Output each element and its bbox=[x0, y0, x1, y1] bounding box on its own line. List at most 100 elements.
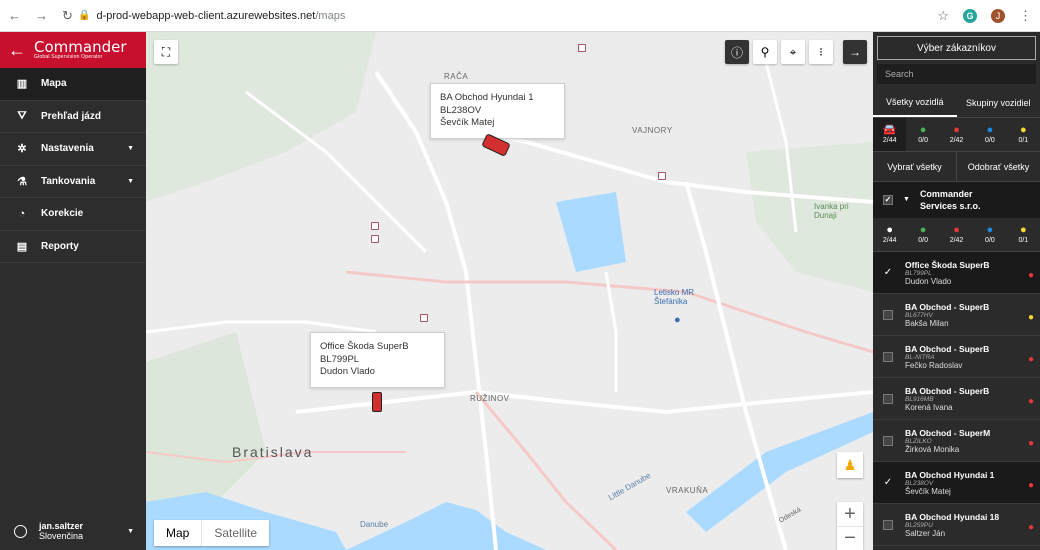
stat-filter-white[interactable]: ● 2/44 bbox=[873, 218, 906, 251]
stat-filter-yellow[interactable]: ● 0/1 bbox=[1007, 218, 1040, 251]
car-icon: ● bbox=[919, 224, 927, 236]
caret-down-icon: ▼ bbox=[127, 177, 134, 185]
logo-title: Commander bbox=[34, 38, 127, 56]
check-icon[interactable]: ✓ bbox=[883, 267, 893, 278]
pin-button[interactable]: ⚲ bbox=[753, 40, 777, 64]
menu-item-tankovania[interactable]: ⚗ Tankovania ▼ bbox=[0, 166, 146, 198]
stat-filter-white[interactable]: 🚘 2/44 bbox=[873, 118, 907, 151]
vehicle-title: BA Obchod Hyundai 1 bbox=[905, 469, 995, 480]
zoom-out-button[interactable]: − bbox=[837, 526, 863, 550]
profile-avatar[interactable]: J bbox=[991, 8, 1005, 23]
tab-vehicle-groups[interactable]: Skupiny vozidiel bbox=[957, 88, 1040, 117]
reload-icon[interactable]: ↻ bbox=[62, 8, 73, 24]
browser-menu-icon[interactable]: ⋮ bbox=[1019, 8, 1032, 24]
zoom-in-button[interactable]: + bbox=[837, 502, 863, 526]
map-label-vajnory: VAJNORY bbox=[632, 126, 673, 135]
menu-item-reporty[interactable]: ▤ Reporty bbox=[0, 231, 146, 263]
vehicle-checkbox[interactable] bbox=[883, 435, 893, 446]
group-checkbox[interactable]: ✓ bbox=[883, 195, 893, 205]
car-icon: ● bbox=[919, 124, 927, 136]
vehicle-title: Office Škoda SuperB bbox=[905, 259, 990, 270]
map-canvas[interactable]: RAČA VAJNORY RUŽINOV VRAKUŇA Bratislava … bbox=[146, 32, 873, 550]
stat-filter-yellow[interactable]: ● 0/1 bbox=[1007, 118, 1040, 151]
map-label-raca: RAČA bbox=[444, 72, 469, 81]
menu-item-mapa[interactable]: ▥ Mapa bbox=[0, 68, 146, 101]
forward-arrow-icon[interactable]: → bbox=[35, 8, 48, 24]
stat-filter-green[interactable]: ● 0/0 bbox=[906, 118, 939, 151]
vehicle-marker[interactable] bbox=[372, 392, 382, 412]
menu-label: Tankovania bbox=[41, 175, 96, 187]
stat-value: 0/0 bbox=[918, 237, 928, 244]
bookmark-star-icon[interactable]: ☆ bbox=[937, 8, 949, 24]
menu-item-nastavenia[interactable]: ✲ Nastavenia ▼ bbox=[0, 133, 146, 166]
vehicle-checkbox[interactable] bbox=[883, 309, 893, 320]
popup-driver: Dudon Vlado bbox=[320, 366, 375, 377]
map-icon: ▥ bbox=[16, 78, 28, 91]
vehicle-plate: BL916MB bbox=[905, 395, 934, 403]
address-bar[interactable]: 🔒 d-prod-webapp-web-client.azurewebsites… bbox=[78, 10, 937, 22]
selection-actions: Vybrať všetky Odobrať všetky bbox=[873, 152, 1040, 182]
group-header[interactable]: ✓ ▼ Commander Services s.r.o. bbox=[873, 182, 1040, 218]
fullscreen-icon: ⛶ bbox=[161, 44, 171, 59]
tab-all-vehicles[interactable]: Všetky vozidlá bbox=[873, 88, 957, 117]
traffic-button[interactable]: ⁝ bbox=[809, 40, 833, 64]
vehicle-row[interactable]: ✓ Office Škoda SuperB BL799PL Dudon Vlado ● bbox=[873, 252, 1040, 294]
back-arrow-icon[interactable]: ← bbox=[8, 8, 21, 24]
vehicle-plate: BL677HV bbox=[905, 311, 933, 319]
select-all-button[interactable]: Vybrať všetky bbox=[873, 152, 956, 181]
popup-plate: BL238OV bbox=[440, 104, 482, 116]
vehicle-row[interactable]: ✓ BA Obchod Hyundai 1 BL238OV Ševčík Matej ● bbox=[873, 462, 1040, 504]
poi-pin-icon bbox=[420, 314, 428, 322]
vehicle-title: BA Obchod - SuperB bbox=[905, 385, 990, 396]
vehicle-checkbox[interactable] bbox=[883, 393, 893, 404]
stat-filter-blue[interactable]: ● 0/0 bbox=[973, 218, 1006, 251]
deselect-all-button[interactable]: Odobrať všetky bbox=[956, 152, 1040, 181]
locate-button[interactable]: ⌖ bbox=[781, 40, 805, 64]
street-view-pegman-icon[interactable]: ♟ bbox=[837, 452, 863, 478]
vehicle-row[interactable]: BA Obchod - SuperM BLZILKO Žirková Monika ● bbox=[873, 420, 1040, 462]
stat-filter-blue[interactable]: ● 0/0 bbox=[973, 118, 1006, 151]
back-arrow-icon[interactable]: ← bbox=[8, 40, 26, 61]
info-button[interactable]: ⓘ bbox=[725, 40, 749, 64]
map-type-control: Map Satellite bbox=[154, 520, 270, 546]
vehicle-driver: Ševčík Matej bbox=[905, 486, 951, 496]
user-menu[interactable]: jan.saltzer Slovenčina ▼ bbox=[0, 512, 146, 550]
menu-item-korekcie[interactable]: ◔ Korekcie bbox=[0, 198, 146, 231]
url-host: d-prod-webapp-web-client.azurewebsites.n… bbox=[96, 9, 316, 22]
vehicle-row[interactable]: BA Obchod Hyundai 18 BL259PU Saltzer Ján ● bbox=[873, 504, 1040, 546]
stat-filter-green[interactable]: ● 0/0 bbox=[906, 218, 939, 251]
map-type-map[interactable]: Map bbox=[154, 520, 201, 546]
vehicle-checkbox[interactable] bbox=[883, 519, 893, 530]
vehicle-driver: Saltzer Ján bbox=[905, 528, 946, 538]
stat-filter-red[interactable]: ● 2/42 bbox=[940, 218, 973, 251]
map-type-satellite[interactable]: Satellite bbox=[201, 520, 269, 546]
stat-filter-red[interactable]: ● 2/42 bbox=[940, 118, 973, 151]
stat-value: 0/0 bbox=[985, 137, 995, 144]
vehicle-driver: Žirková Monika bbox=[905, 444, 960, 454]
extension-icon[interactable]: G bbox=[963, 8, 977, 23]
vehicle-checkbox[interactable] bbox=[883, 351, 893, 362]
fullscreen-button[interactable]: ⛶ bbox=[154, 40, 178, 64]
select-customers-button[interactable]: Výber zákazníkov bbox=[877, 36, 1036, 60]
map-label-vrakuna: VRAKUŇA bbox=[666, 486, 709, 495]
airport-pin-icon: ● bbox=[674, 314, 682, 326]
vehicle-info: BA Obchod - SuperB BL677HV Bakša Milan bbox=[905, 302, 989, 328]
gauge-icon: ◔ bbox=[18, 207, 26, 220]
search-input[interactable]: Search bbox=[877, 64, 1036, 84]
menu-item-prehlad-jazd[interactable]: ⛛ Prehľad jázd bbox=[0, 101, 146, 133]
vehicle-row[interactable]: BA Obchod - SuperB BL916MB Korená Ivana ● bbox=[873, 378, 1040, 420]
arrow-right-icon: → bbox=[849, 45, 861, 59]
check-icon[interactable]: ✓ bbox=[883, 477, 893, 488]
logo: Commander Global Supervision Operator bbox=[34, 38, 127, 61]
menu-label: Reporty bbox=[41, 240, 79, 252]
popup-driver: Ševčík Matej bbox=[440, 117, 495, 128]
stat-value: 0/1 bbox=[1018, 237, 1029, 244]
lock-icon: 🔒 bbox=[78, 10, 91, 21]
collapse-panel-button[interactable]: → bbox=[843, 40, 867, 64]
vehicle-row[interactable]: BA Obchod - SuperB BL677HV Bakša Milan ● bbox=[873, 294, 1040, 336]
vehicle-plate: BL799PL bbox=[905, 269, 932, 277]
car-icon: ● bbox=[986, 124, 994, 136]
caret-down-icon: ▼ bbox=[127, 527, 134, 535]
stat-value: 2/42 bbox=[949, 137, 964, 144]
vehicle-row[interactable]: BA Obchod - SuperB BL-NITRA Fečko Radoslav… bbox=[873, 336, 1040, 378]
